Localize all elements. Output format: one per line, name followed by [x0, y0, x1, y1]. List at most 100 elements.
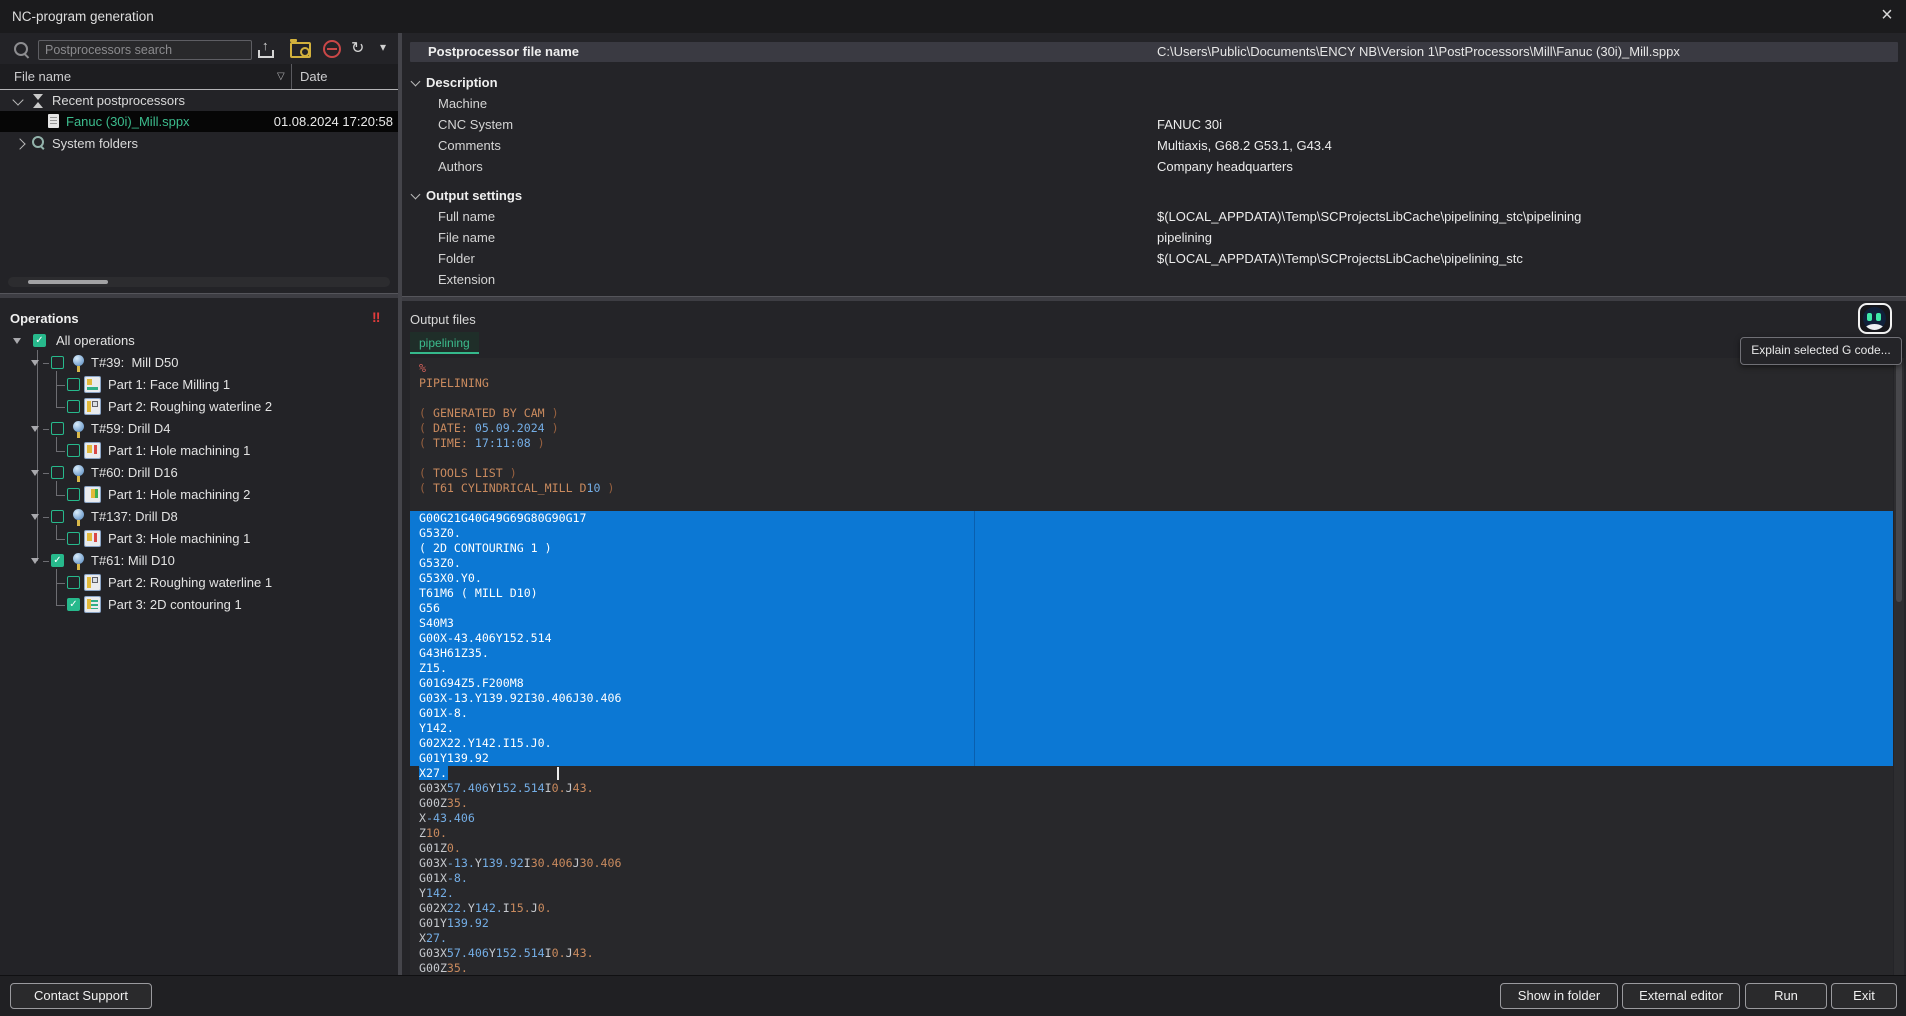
code-line[interactable]: G01X-8.: [410, 706, 1893, 721]
code-line[interactable]: G03X57.406Y152.514I0.J43.: [410, 781, 1893, 796]
operation-row[interactable]: ✓All operations: [0, 330, 398, 352]
code-line[interactable]: ( TOOLS LIST ): [410, 466, 1893, 481]
code-line[interactable]: ( T61 CYLINDRICAL_MILL D10 ): [410, 481, 1893, 496]
code-line[interactable]: G01Y139.92: [410, 751, 1893, 766]
ai-assistant-button[interactable]: [1858, 303, 1892, 334]
checkbox[interactable]: [51, 356, 64, 369]
code-line[interactable]: G00G21G40G49G69G80G90G17: [410, 511, 1893, 526]
expander-icon[interactable]: [13, 338, 21, 344]
checkbox[interactable]: [67, 444, 80, 457]
checkbox[interactable]: [51, 422, 64, 435]
external-editor-button[interactable]: External editor: [1622, 983, 1740, 1009]
code-line[interactable]: [410, 496, 1893, 511]
code-line[interactable]: X27.: [410, 766, 1893, 781]
search-input[interactable]: [38, 40, 252, 60]
code-line[interactable]: %: [410, 361, 1893, 376]
expander-icon[interactable]: [31, 514, 39, 520]
column-file-name[interactable]: File name: [14, 64, 71, 89]
gcode-editor[interactable]: %PIPELINING ( GENERATED BY CAM )( DATE: 0…: [410, 358, 1893, 975]
close-icon[interactable]: ×: [1874, 0, 1900, 32]
code-line[interactable]: G03X-13.Y139.92I30.406J30.406: [410, 691, 1893, 706]
section-header[interactable]: Description: [410, 74, 1810, 91]
exit-button[interactable]: Exit: [1831, 983, 1897, 1009]
filter-icon[interactable]: ▽: [277, 64, 285, 89]
column-divider[interactable]: [291, 64, 292, 89]
code-line[interactable]: G53X0.Y0.: [410, 571, 1893, 586]
code-line[interactable]: G03X57.406Y152.514I0.J43.: [410, 946, 1893, 961]
operation-row[interactable]: Part 1: Face Milling 1: [0, 374, 398, 396]
checkbox[interactable]: ✓: [67, 598, 80, 611]
code-line[interactable]: G00X-43.406Y152.514: [410, 631, 1893, 646]
chevron-right-icon[interactable]: [14, 138, 25, 149]
code-line[interactable]: G01Z0.: [410, 841, 1893, 856]
section-header[interactable]: Output settings: [410, 187, 1810, 204]
checkbox[interactable]: [67, 400, 80, 413]
code-line[interactable]: G53Z0.: [410, 556, 1893, 571]
code-line[interactable]: [410, 451, 1893, 466]
code-line[interactable]: G01Y139.92: [410, 916, 1893, 931]
expander-icon[interactable]: [31, 360, 39, 366]
checkbox[interactable]: [67, 378, 80, 391]
checkbox[interactable]: [67, 576, 80, 589]
scrollbar-thumb[interactable]: [28, 280, 108, 284]
code-line[interactable]: PIPELINING: [410, 376, 1893, 391]
column-date[interactable]: Date: [300, 64, 327, 89]
code-line[interactable]: [410, 391, 1893, 406]
code-line[interactable]: S40M3: [410, 616, 1893, 631]
code-line[interactable]: G53Z0.: [410, 526, 1893, 541]
code-line[interactable]: Y142.: [410, 886, 1893, 901]
checkbox[interactable]: [67, 488, 80, 501]
run-button[interactable]: Run: [1745, 983, 1827, 1009]
code-line[interactable]: G02X22.Y142.I15.J0.: [410, 736, 1893, 751]
expander-icon[interactable]: [31, 426, 39, 432]
operation-row[interactable]: Part 1: Hole machining 2: [0, 484, 398, 506]
more-options-button[interactable]: ▾: [376, 39, 392, 61]
checkbox[interactable]: [51, 510, 64, 523]
checkbox[interactable]: ✓: [51, 554, 64, 567]
operation-row[interactable]: Part 2: Roughing waterline 2: [0, 396, 398, 418]
code-line[interactable]: G56: [410, 601, 1893, 616]
contact-support-button[interactable]: Contact Support: [10, 983, 152, 1009]
remove-button[interactable]: [321, 39, 345, 61]
chevron-down-icon[interactable]: [12, 94, 23, 105]
code-line[interactable]: G02X22.Y142.I15.J0.: [410, 901, 1893, 916]
code-line[interactable]: G01G94Z5.F200M8: [410, 676, 1893, 691]
expander-icon[interactable]: [31, 558, 39, 564]
code-line[interactable]: ( 2D CONTOURING 1 ): [410, 541, 1893, 556]
operation-row[interactable]: ✓Part 3: 2D contouring 1: [0, 594, 398, 616]
operation-row[interactable]: T#137: Drill D8: [0, 506, 398, 528]
operation-row[interactable]: Part 3: Hole machining 1: [0, 528, 398, 550]
tree-item-system-folders[interactable]: System folders: [0, 133, 398, 154]
code-line[interactable]: G43H61Z35.: [410, 646, 1893, 661]
horizontal-scrollbar[interactable]: [8, 277, 390, 287]
checkbox[interactable]: [51, 466, 64, 479]
operation-row[interactable]: T#39: Mill D50: [0, 352, 398, 374]
chevron-down-icon[interactable]: [411, 77, 421, 87]
operation-row[interactable]: T#60: Drill D16: [0, 462, 398, 484]
refresh-button[interactable]: ↻: [349, 39, 373, 61]
code-line[interactable]: G01X-8.: [410, 871, 1893, 886]
scrollbar-thumb[interactable]: [1896, 362, 1902, 602]
checkbox[interactable]: ✓: [33, 334, 46, 347]
operation-row[interactable]: Part 2: Roughing waterline 1: [0, 572, 398, 594]
tab-pipelining[interactable]: pipelining: [410, 332, 479, 354]
code-line[interactable]: T61M6 ( MILL D10): [410, 586, 1893, 601]
operation-row[interactable]: ✓T#61: Mill D10: [0, 550, 398, 572]
operation-row[interactable]: T#59: Drill D4: [0, 418, 398, 440]
checkbox[interactable]: [67, 532, 80, 545]
code-line[interactable]: Y142.: [410, 721, 1893, 736]
code-line[interactable]: Z15.: [410, 661, 1893, 676]
code-line[interactable]: X27.: [410, 931, 1893, 946]
code-line[interactable]: ( GENERATED BY CAM ): [410, 406, 1893, 421]
code-line[interactable]: G00Z35.: [410, 961, 1893, 975]
expander-icon[interactable]: [31, 470, 39, 476]
code-line[interactable]: G00Z35.: [410, 796, 1893, 811]
find-in-folder-button[interactable]: [288, 39, 312, 61]
vertical-scrollbar[interactable]: [1894, 358, 1904, 975]
export-button[interactable]: [254, 39, 278, 61]
code-line[interactable]: Z10.: [410, 826, 1893, 841]
chevron-down-icon[interactable]: [411, 190, 421, 200]
code-line[interactable]: ( TIME: 17:11:08 ): [410, 436, 1893, 451]
operation-row[interactable]: Part 1: Hole machining 1: [0, 440, 398, 462]
code-line[interactable]: ( DATE: 05.09.2024 ): [410, 421, 1893, 436]
